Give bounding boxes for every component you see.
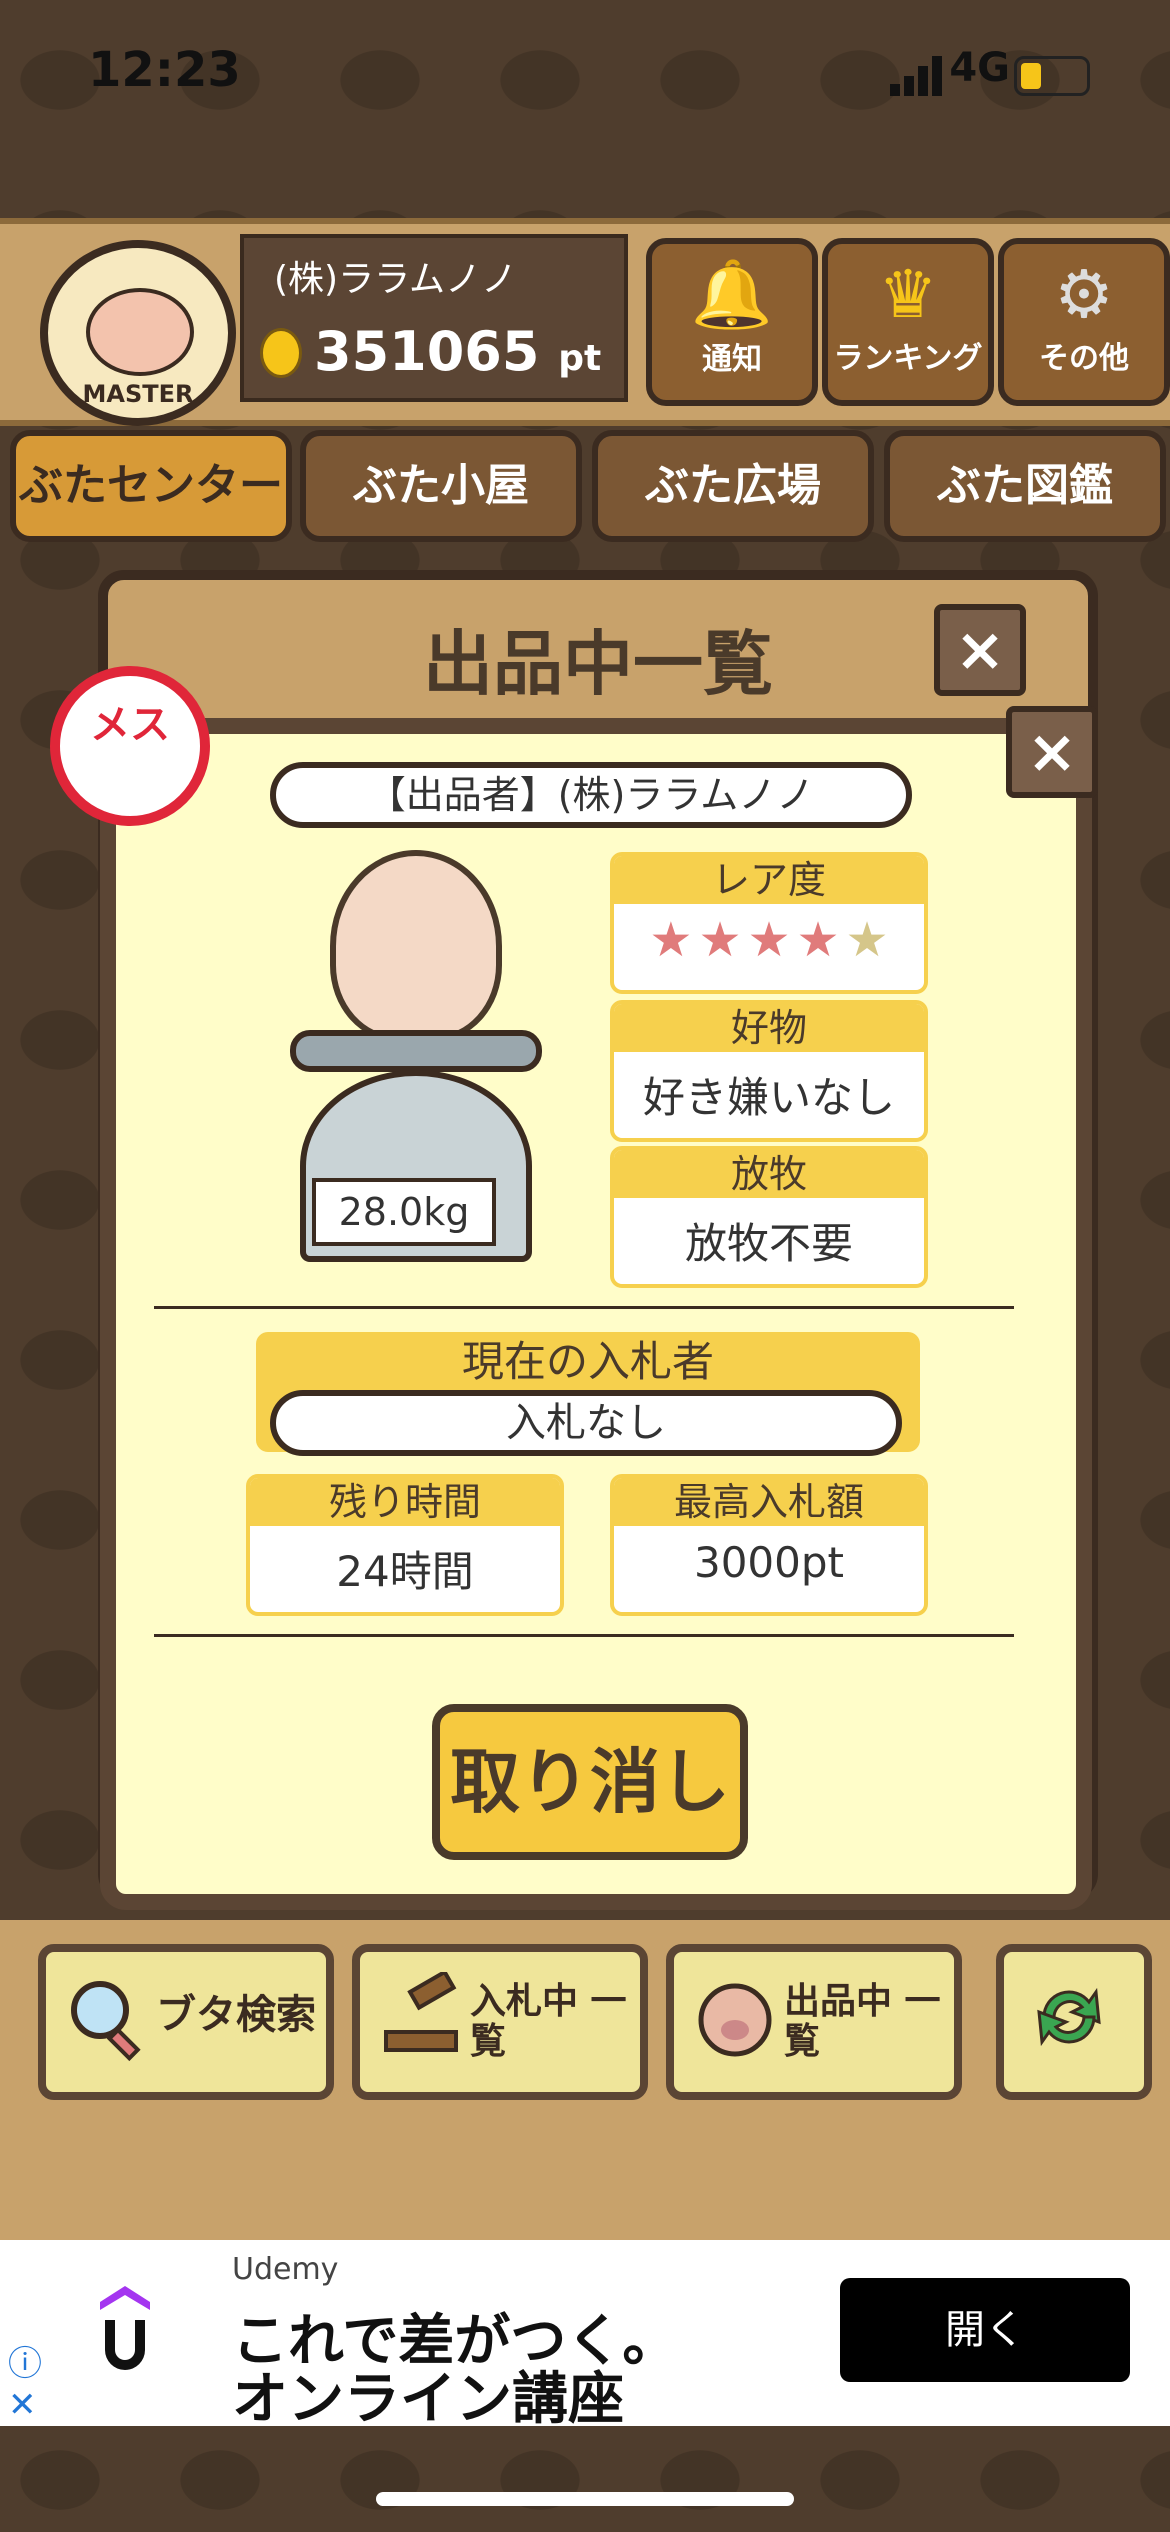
bidding-list-button[interactable]: 入札中 一覧 [352,1944,648,2100]
cancel-button[interactable]: 取り消し [432,1704,748,1860]
tab-buta-hut[interactable]: ぶた小屋 [300,430,582,542]
star-icon: ★ [796,912,840,968]
rarity-label: レア度 [614,856,924,904]
pig-face-icon [698,1983,772,2057]
gear-icon: ⚙ [1054,256,1114,333]
remaining-time-box: 残り時間 24時間 [246,1474,564,1616]
star-icon: ★ [747,912,791,968]
bidder-value: 入札なし [270,1390,902,1456]
refresh-icon [1037,1987,1101,2047]
bell-icon: 🔔 [690,256,774,333]
remaining-value: 24時間 [336,1547,474,1596]
grazing-value: 放牧不要 [684,1219,853,1268]
favorite-label: 好物 [614,1004,924,1052]
remaining-label: 残り時間 [250,1478,560,1526]
star-icon: ★ [845,912,889,968]
current-bidder-box: 現在の入札者 入札なし [256,1332,920,1456]
ranking-button[interactable]: ♛ ランキング [822,238,994,406]
seller-name: 【出品者】(株)ララムノノ [270,762,912,828]
bidder-label: 現在の入札者 [461,1337,714,1386]
gender-label: メス [90,702,170,748]
scale-plate [290,1030,542,1072]
pig-search-button[interactable]: ブタ検索 [38,1944,334,2100]
modal-title: 出品中一覧 [423,623,773,705]
gavel-icon [384,1972,458,2052]
other-button[interactable]: ⚙ その他 [998,238,1170,406]
tab-buta-encyclopedia[interactable]: ぶた図鑑 [884,430,1166,542]
pig-avatar-icon [86,288,194,376]
ad-banner[interactable]: ⓘ ✕ Udemy これで差がつく。 オンライン講座 開く [0,2240,1170,2432]
rarity-box: レア度 ★ ★ ★ ★ ★ [610,852,928,994]
coin-icon [260,328,302,378]
weight-value: 28.0kg [312,1178,496,1246]
signal-icon [890,56,942,96]
points-value: 351065 pt [314,320,602,383]
home-indicator[interactable] [376,2492,794,2506]
tab-buta-center[interactable]: ぶたセンター [10,430,292,542]
username: (株)ララムノノ [274,259,518,300]
star-icon: ★ [698,912,742,968]
bidding-list-label: 入札中 一覧 [470,1981,627,2062]
udemy-logo-icon [100,2286,150,2370]
battery-icon [1014,56,1090,96]
listing-list-button[interactable]: 出品中 一覧 [666,1944,962,2100]
favorite-box: 好物 好き嫌いなし [610,1000,928,1142]
pig-search-label: ブタ検索 [156,1992,316,2038]
pig-icon [330,850,502,1042]
magnifier-icon [71,1981,141,2062]
crown-icon: ♛ [878,256,938,333]
master-label: MASTER [82,380,194,408]
user-info: (株)ララムノノ 351065 pt [240,234,628,402]
main-tabs: ぶたセンター ぶた小屋 ぶた広場 ぶた図鑑 [0,420,1170,542]
grazing-label: 放牧 [614,1150,924,1198]
ad-info-icon[interactable]: ⓘ ✕ [8,2336,42,2425]
favorite-value: 好き嫌いなし [642,1073,895,1122]
refresh-button[interactable] [996,1944,1152,2100]
star-icon: ★ [649,912,693,968]
highest-bid-box: 最高入札額 3000pt [610,1474,928,1616]
highest-value: 3000pt [693,1538,844,1587]
rarity-stars: ★ ★ ★ ★ ★ [614,912,924,968]
modal-close-button[interactable]: × [934,604,1026,696]
status-time: 12:23 [88,42,241,98]
divider [154,1306,1014,1309]
listing-list-label: 出品中 一覧 [784,1981,941,2062]
divider [154,1634,1014,1637]
gender-badge: メス [50,666,210,826]
tab-buta-plaza[interactable]: ぶた広場 [592,430,874,542]
status-bar: 12:23 4G [0,0,1170,150]
ad-brand: Udemy [232,2252,339,2287]
detail-close-button[interactable]: × [1006,706,1098,798]
highest-label: 最高入札額 [614,1478,924,1526]
ad-headline-2: オンライン講座 [232,2367,624,2432]
grazing-box: 放牧 放牧不要 [610,1146,928,1288]
notification-button[interactable]: 🔔 通知 [646,238,818,406]
network-type: 4G [949,45,1010,91]
ad-open-button[interactable]: 開く [840,2278,1130,2382]
master-badge[interactable]: MASTER [40,240,236,426]
